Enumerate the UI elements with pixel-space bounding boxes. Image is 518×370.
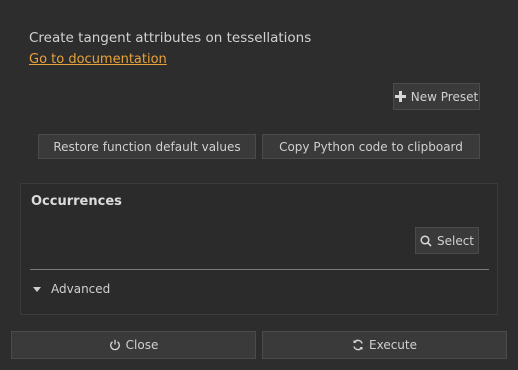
advanced-label: Advanced [51, 282, 111, 296]
copy-python-label: Copy Python code to clipboard [279, 139, 463, 154]
caret-down-icon [33, 286, 41, 292]
divider [30, 269, 489, 270]
copy-python-button[interactable]: Copy Python code to clipboard [262, 134, 480, 159]
select-button[interactable]: Select [415, 227, 479, 254]
execute-button[interactable]: Execute [262, 331, 507, 359]
plus-icon [394, 91, 406, 102]
function-description: Create tangent attributes on tessellatio… [29, 30, 312, 46]
restore-defaults-label: Restore function default values [53, 139, 241, 154]
search-icon [420, 234, 432, 247]
new-preset-button[interactable]: New Preset [393, 83, 480, 110]
power-icon [109, 339, 121, 351]
close-label: Close [125, 338, 159, 352]
execute-label: Execute [369, 338, 417, 352]
occurrences-title: Occurrences [31, 194, 122, 209]
occurrences-panel: Occurrences Select Advanced [20, 183, 498, 315]
restore-defaults-button[interactable]: Restore function default values [38, 134, 256, 159]
close-button[interactable]: Close [11, 331, 256, 359]
select-label: Select [436, 233, 475, 248]
advanced-toggle[interactable]: Advanced [33, 282, 110, 296]
new-preset-label: New Preset [410, 89, 479, 104]
refresh-icon [352, 339, 364, 351]
documentation-link[interactable]: Go to documentation [29, 52, 167, 67]
